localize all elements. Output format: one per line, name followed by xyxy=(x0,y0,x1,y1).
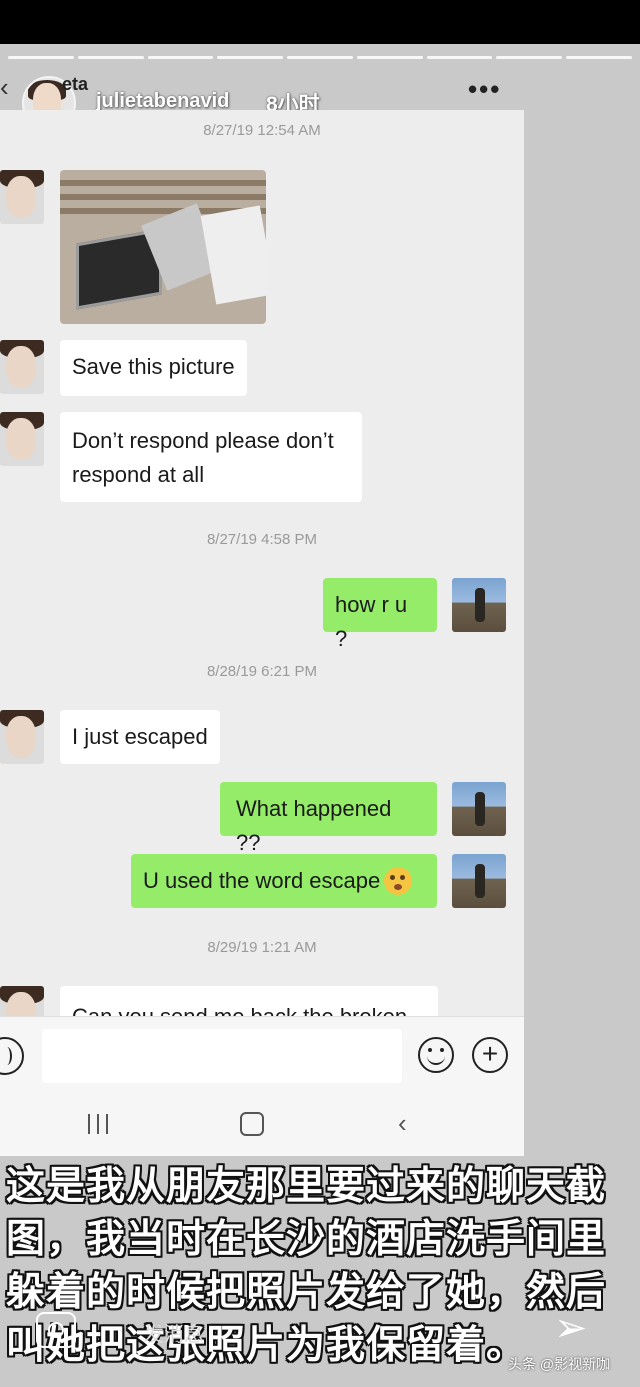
message-bubble: Save this picture xyxy=(60,340,247,396)
emoji-icon[interactable] xyxy=(418,1037,454,1073)
message-bubble: how r u ? xyxy=(323,578,437,651)
home-icon[interactable] xyxy=(240,1112,264,1136)
timestamp: 8/27/19 12:54 AM xyxy=(203,122,321,139)
status-bar xyxy=(0,0,640,44)
message-bubble: What happened ?? xyxy=(220,782,437,855)
flushed-face-emoji-icon xyxy=(384,867,413,895)
recent-apps-icon[interactable] xyxy=(88,1114,108,1134)
message-bubble: U used the word escape xyxy=(131,854,437,908)
send-icon[interactable]: ➢ xyxy=(554,1308,588,1348)
plus-icon[interactable]: + xyxy=(472,1037,508,1073)
android-nav-bar: ‹ xyxy=(0,1098,524,1156)
contact-avatar xyxy=(0,340,44,394)
camera-icon[interactable] xyxy=(36,1312,76,1348)
message-bubble: I just escaped xyxy=(60,710,220,764)
watermark: 头条 @影视新咖 xyxy=(508,1356,611,1372)
timestamp: 8/27/19 4:58 PM xyxy=(206,531,318,548)
contact-avatar xyxy=(0,170,44,224)
voice-icon[interactable] xyxy=(0,1037,24,1075)
user-avatar xyxy=(452,578,506,632)
back-icon[interactable]: ‹ xyxy=(0,72,14,102)
message-bubble: Can you send me back the broken xyxy=(60,986,438,1016)
story-progress xyxy=(8,56,633,59)
contact-avatar xyxy=(0,710,44,764)
message-bubble: Don’t respond please don’t respond at al… xyxy=(60,412,362,502)
timestamp: 8/29/19 1:21 AM xyxy=(207,939,317,956)
chat-screenshot: 8/27/19 12:54 AM Save this picture Don’t… xyxy=(0,110,524,1016)
more-options-icon[interactable]: ••• xyxy=(468,74,501,105)
message-input[interactable] xyxy=(42,1029,402,1083)
timestamp: 8/28/19 6:21 PM xyxy=(206,663,318,680)
contact-avatar xyxy=(0,986,44,1016)
reply-input[interactable]: 发消息 xyxy=(144,1318,204,1347)
back-nav-icon[interactable]: ‹ xyxy=(398,1108,407,1139)
chat-input-bar: + xyxy=(0,1016,524,1099)
story-caption: 这是我从朋友那里要过来的聊天截图，我当时在长沙的酒店洗手间里躲着的时候把照片发给… xyxy=(6,1165,607,1367)
header-name-fragment: eta xyxy=(62,74,89,94)
user-avatar xyxy=(452,782,506,836)
broken-laptop-photo xyxy=(60,170,266,324)
message-text: U used the word escape xyxy=(143,868,381,893)
contact-avatar xyxy=(0,412,44,466)
user-avatar xyxy=(452,854,506,908)
